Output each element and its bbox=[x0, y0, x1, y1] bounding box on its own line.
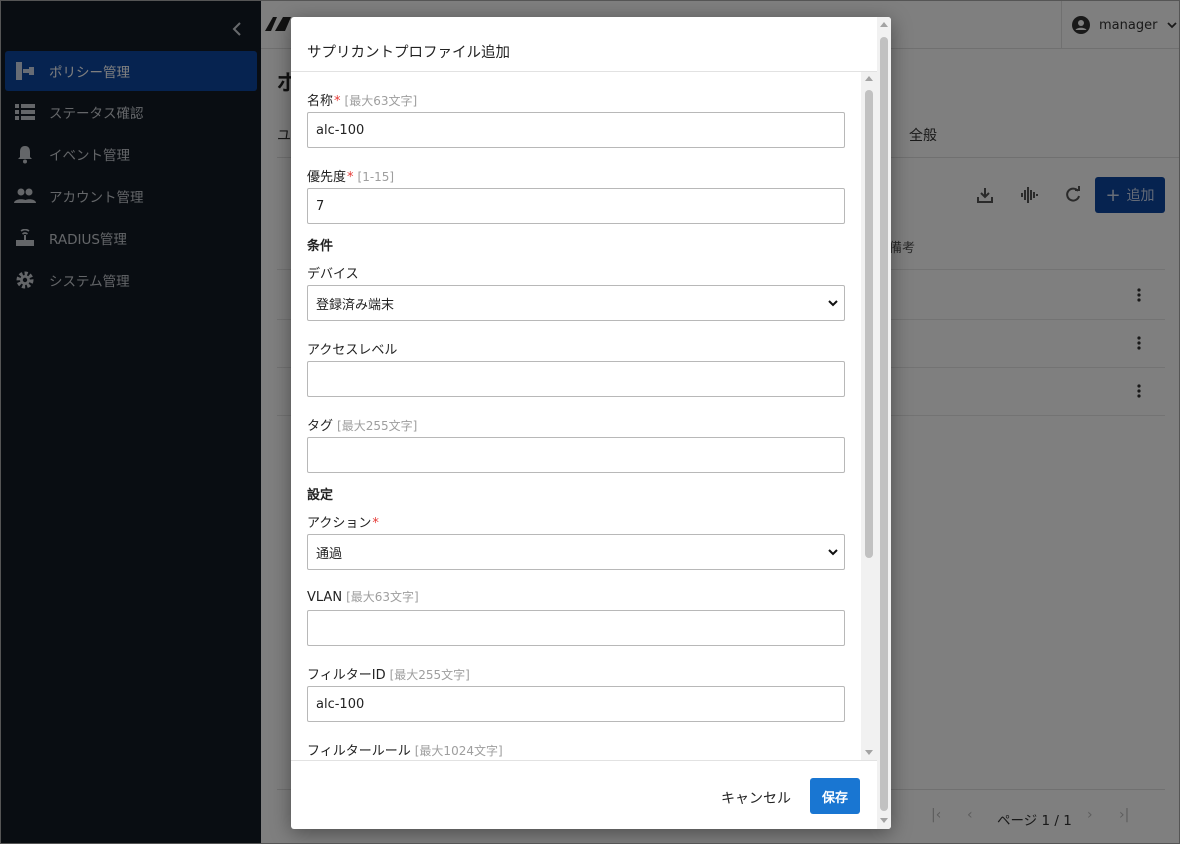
access-level-field[interactable] bbox=[307, 361, 845, 397]
settings-heading: 設定 bbox=[307, 488, 334, 503]
tag-label: タグ [最大255文字] bbox=[307, 419, 418, 434]
action-select[interactable]: 通過 bbox=[307, 534, 845, 570]
cancel-button[interactable]: キャンセル bbox=[721, 788, 791, 808]
vlan-field[interactable] bbox=[307, 610, 845, 646]
filter-id-label: フィルターID [最大255文字] bbox=[307, 668, 470, 683]
tag-field[interactable] bbox=[307, 437, 845, 473]
priority-field[interactable]: 7 bbox=[307, 188, 845, 224]
vlan-label: VLAN [最大63文字] bbox=[307, 590, 419, 605]
supplicant-profile-dialog: サプリカントプロファイル追加 名称* [最大63文字] alc-100 優先度*[… bbox=[291, 17, 891, 829]
device-select[interactable]: 登録済み端末 bbox=[307, 285, 845, 321]
action-label: アクション* bbox=[307, 516, 379, 531]
scroll-thumb[interactable] bbox=[880, 37, 888, 811]
conditions-heading: 条件 bbox=[307, 239, 334, 254]
dialog-title: サプリカントプロファイル追加 bbox=[307, 45, 510, 61]
body-scrollbar[interactable] bbox=[861, 72, 877, 760]
dialog-header: サプリカントプロファイル追加 bbox=[291, 17, 877, 72]
scroll-thumb[interactable] bbox=[865, 90, 873, 558]
chevron-down-icon bbox=[828, 300, 838, 307]
access-level-label: アクセスレベル bbox=[307, 343, 398, 358]
dialog-footer: キャンセル 保存 bbox=[291, 760, 877, 829]
scroll-down-icon[interactable] bbox=[865, 750, 873, 755]
name-label: 名称* [最大63文字] bbox=[307, 94, 418, 109]
save-button[interactable]: 保存 bbox=[810, 778, 860, 814]
dialog-body: 名称* [最大63文字] alc-100 優先度* [1-15] 7 条件 デバイス… bbox=[291, 72, 877, 760]
scroll-up-icon[interactable] bbox=[865, 76, 873, 81]
filter-id-field[interactable]: alc-100 bbox=[307, 686, 845, 722]
scroll-down-icon[interactable] bbox=[880, 818, 888, 823]
filter-rule-label: フィルタールール [最大1024文字] bbox=[307, 744, 503, 759]
name-field[interactable]: alc-100 bbox=[307, 112, 845, 148]
priority-label: 優先度* [1-15] bbox=[307, 170, 395, 185]
dialog-scrollbar[interactable] bbox=[877, 17, 891, 829]
device-label: デバイス bbox=[307, 267, 359, 282]
scroll-up-icon[interactable] bbox=[880, 22, 888, 27]
app-window: ポリシー管理 ステータス確認 イベント管理 アカウント管理 RADIUS管理 bbox=[0, 0, 1180, 844]
chevron-down-icon bbox=[828, 549, 838, 556]
